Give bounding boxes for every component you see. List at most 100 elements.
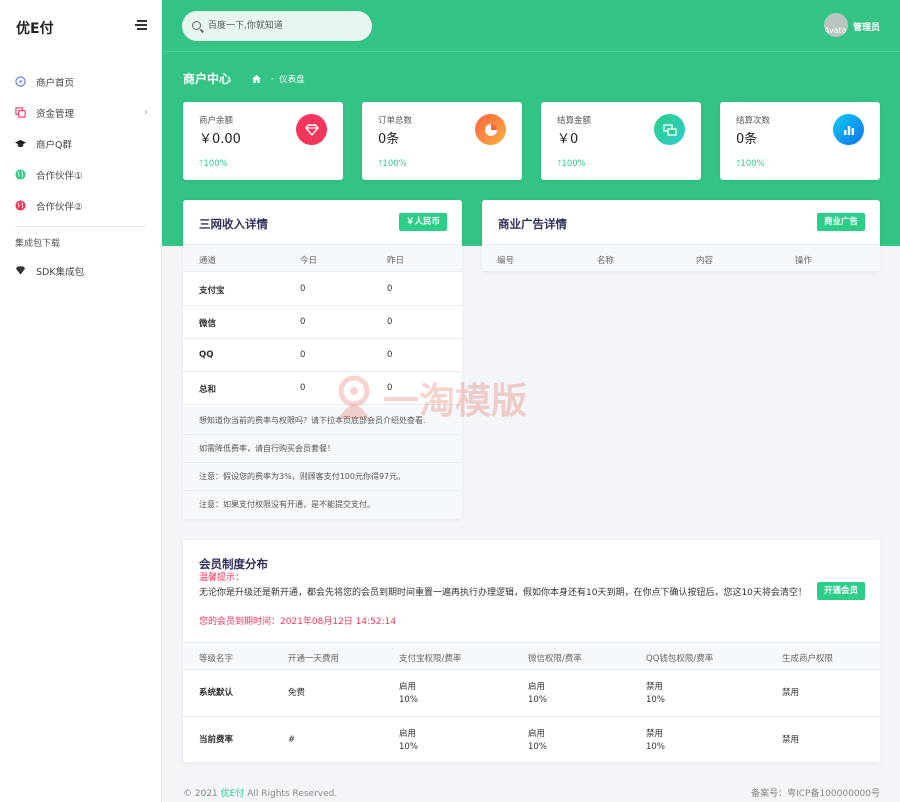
currency-tag[interactable]: ￥人民币: [398, 213, 447, 231]
column-header: QQ钱包权限/费率: [646, 654, 714, 664]
column-header: 操作: [795, 256, 813, 266]
sidebar-item-partner-2[interactable]: 合作伙伴②: [0, 190, 162, 221]
sidebar-item-sdk[interactable]: SDK集成包: [0, 255, 162, 286]
stat-change-value: 100%: [203, 159, 228, 169]
column-header: 开通一天费用: [288, 654, 340, 664]
channel-name: 总和: [199, 385, 217, 395]
today-value: 0: [300, 350, 306, 360]
page-title: 商户中心: [183, 72, 232, 86]
brand-logo[interactable]: 优E付: [16, 18, 54, 38]
income-note: 注意：如果支付权限没有开通，是不能提交支付。: [183, 491, 462, 519]
footer-brand-link[interactable]: 优E付: [221, 789, 245, 799]
table-row: 当前费率 # 启用 10% 启用 10% 禁用 10% 禁用: [183, 717, 880, 762]
qq-status: 禁用: [646, 729, 664, 739]
stat-card-settlement-count: 结算次数 0条 🡑100%: [720, 102, 880, 180]
column-header: 等级名字: [199, 654, 234, 664]
stat-change-value: 100%: [561, 159, 586, 169]
bar-chart-icon: [833, 114, 864, 145]
income-table-header: 通道 今日 昨日: [183, 244, 462, 272]
graduation-cap-icon: [15, 139, 26, 148]
merchant-permission: 禁用: [782, 688, 800, 698]
column-header: 内容: [696, 256, 714, 266]
search-icon: [192, 21, 201, 30]
money-icon: [654, 114, 685, 145]
income-title: 三网收入详情: [199, 217, 268, 231]
breadcrumb: - 仪表盘: [252, 73, 305, 85]
column-header: 支付宝权限/费率: [399, 654, 462, 664]
sidebar-item-label: SDK集成包: [36, 266, 85, 278]
today-value: 0: [300, 284, 306, 294]
stat-change: 🡑100%: [557, 158, 586, 172]
diamond-icon: [296, 114, 327, 145]
alipay-status: 启用: [399, 682, 417, 692]
stat-card-settlement-amount: 结算金额 ￥0 🡑100%: [541, 102, 701, 180]
sidebar: 优E付 商户首页 资金管理 › 商户Q群 合作伙伴① 合作伙伴② 集成包下载 S…: [0, 0, 162, 802]
qq-rate: 10%: [646, 695, 665, 705]
breadcrumb-separator: -: [271, 74, 275, 84]
income-note: 如需降低费率，请自行购买会员套餐！: [183, 435, 462, 463]
compass-icon: [15, 76, 26, 87]
column-header: 微信权限/费率: [528, 654, 582, 664]
table-row: 系统默认 免费 启用 10% 启用 10% 禁用 10% 禁用: [183, 670, 880, 717]
copy-icon: [15, 107, 26, 118]
avatar[interactable]: Avatar: [824, 13, 848, 37]
channel-name: 微信: [199, 319, 217, 329]
daily-fee: #: [288, 735, 296, 745]
sidebar-item-label: 合作伙伴②: [36, 201, 83, 213]
ads-table-header: 编号 名称 内容 操作: [482, 244, 880, 272]
pie-chart-icon: [475, 114, 506, 145]
user-name[interactable]: 管理员: [853, 20, 880, 33]
stat-value: 0条: [736, 132, 758, 147]
column-header: 名称: [597, 256, 615, 266]
level-name: 系统默认: [199, 688, 234, 698]
stat-label: 结算金额: [557, 116, 592, 126]
today-value: 0: [300, 383, 306, 393]
income-note: 注意：假设您的费率为3%，则顾客支付100元你得97元。: [183, 463, 462, 491]
column-header: 昨日: [387, 256, 405, 266]
column-header: 通道: [199, 256, 217, 266]
qq-rate: 10%: [646, 742, 665, 752]
stat-change-value: 100%: [740, 159, 765, 169]
stat-value: 0条: [378, 132, 400, 147]
yesterday-value: 0: [387, 284, 393, 294]
open-membership-button[interactable]: 开通会员: [816, 582, 865, 600]
footer-icp[interactable]: 备案号：粤ICP备100000000号: [751, 786, 880, 799]
stat-card-orders: 订单总数 0条 🡑100%: [362, 102, 522, 180]
table-row: 支付宝 0 0: [183, 273, 462, 306]
sidebar-item-partner-1[interactable]: 合作伙伴①: [0, 159, 162, 190]
yesterday-value: 0: [387, 350, 393, 360]
channel-name: 支付宝: [199, 286, 225, 296]
wechat-rate: 10%: [528, 742, 547, 752]
column-header: 今日: [300, 256, 318, 266]
top-navbar: 百度一下,你就知道 Avatar 管理员: [162, 0, 900, 52]
sidebar-divider: [15, 226, 146, 227]
menu-toggle-icon[interactable]: [135, 20, 147, 30]
stat-label: 订单总数: [378, 116, 413, 126]
ads-title: 商业广告详情: [498, 217, 567, 231]
chevron-right-icon: ›: [144, 107, 148, 118]
sidebar-item-funds[interactable]: 资金管理 ›: [0, 97, 162, 128]
income-card: 三网收入详情 ￥人民币 通道 今日 昨日 支付宝 0 0 微信 0 0 QQ 0…: [183, 200, 462, 519]
stat-label: 结算次数: [736, 116, 771, 126]
stat-change-value: 100%: [382, 159, 407, 169]
watermark: 一淘模版: [333, 372, 527, 424]
search-input[interactable]: 百度一下,你就知道: [182, 11, 372, 41]
breadcrumb-current: 仪表盘: [279, 75, 305, 85]
ads-tag-button[interactable]: 商业广告: [816, 213, 865, 231]
copyright-text: All Rights Reserved.: [247, 789, 338, 799]
home-icon[interactable]: [252, 75, 261, 83]
ads-card: 商业广告详情 商业广告 编号 名称 内容 操作: [482, 200, 880, 272]
alipay-rate: 10%: [399, 695, 418, 705]
qq-status: 禁用: [646, 682, 664, 692]
footer-copyright: © 2021 优E付 All Rights Reserved.: [183, 786, 337, 799]
sidebar-item-qq-group[interactable]: 商户Q群: [0, 128, 162, 159]
stat-change: 🡑100%: [378, 158, 407, 172]
globe-icon: [15, 169, 26, 180]
channel-name: QQ: [199, 350, 214, 360]
column-header: 编号: [497, 256, 515, 266]
daily-fee: 免费: [288, 688, 306, 698]
tip-text: 无论你是升级还是新开通，都会先将您的会员到期时间重置一遍再执行办理逻辑，假如你本…: [199, 588, 807, 598]
sidebar-item-label: 资金管理: [36, 108, 75, 120]
alipay-status: 启用: [399, 729, 417, 739]
sidebar-item-home[interactable]: 商户首页: [0, 66, 162, 97]
